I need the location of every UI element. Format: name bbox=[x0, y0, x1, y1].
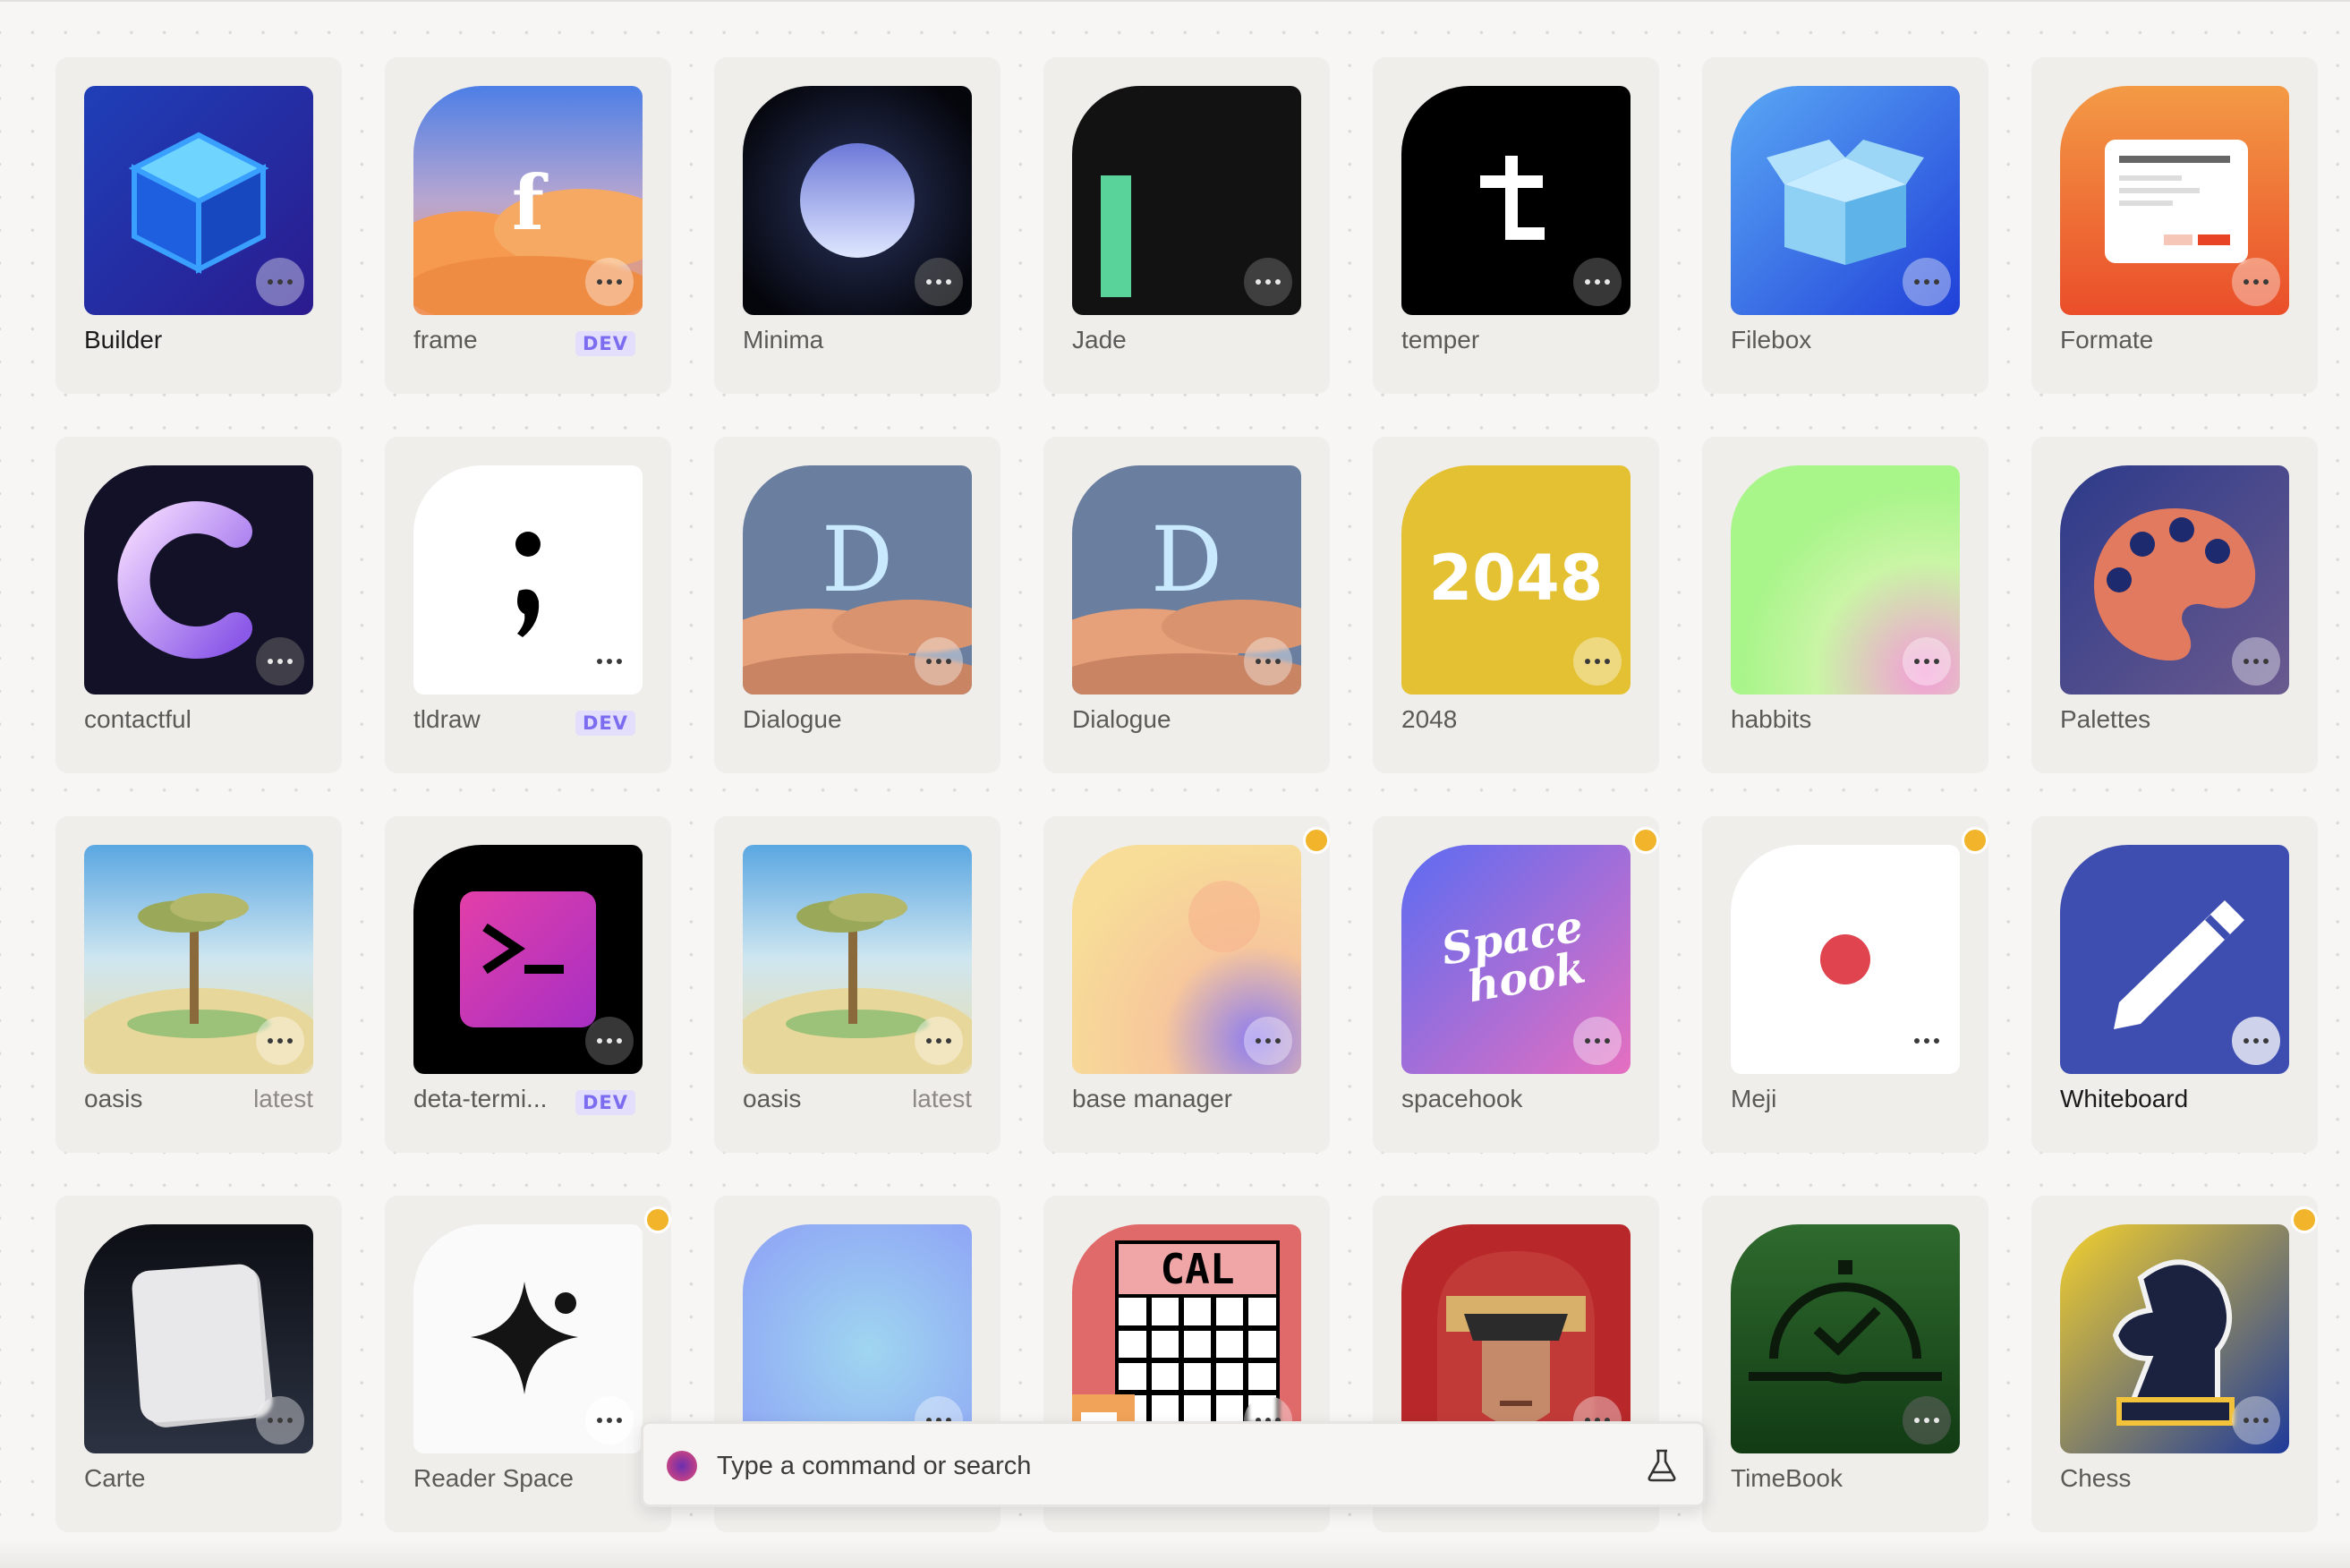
command-bar[interactable] bbox=[641, 1421, 1706, 1507]
more-options-button[interactable] bbox=[1573, 637, 1622, 686]
dev-badge: DEV bbox=[575, 711, 635, 736]
more-options-button[interactable] bbox=[915, 258, 963, 306]
more-options-button[interactable] bbox=[1244, 1017, 1292, 1065]
app-tile-builder[interactable]: Builder bbox=[55, 57, 342, 394]
svg-text:f: f bbox=[512, 158, 549, 247]
update-badge bbox=[1962, 827, 1988, 854]
more-options-button[interactable] bbox=[2232, 258, 2280, 306]
app-label: Chess bbox=[2060, 1464, 2132, 1492]
app-tile-dialogue-2[interactable]: D Dialogue bbox=[1043, 437, 1330, 773]
app-label: Meji bbox=[1731, 1085, 1777, 1112]
more-options-button[interactable] bbox=[256, 637, 304, 686]
app-label: oasis bbox=[743, 1085, 802, 1112]
dev-badge: DEV bbox=[575, 1090, 635, 1115]
app-tile-timebook[interactable]: TimeBook bbox=[1702, 1196, 1988, 1532]
app-label: Whiteboard bbox=[2060, 1085, 2189, 1112]
update-badge bbox=[1303, 827, 1330, 854]
app-label: contactful bbox=[84, 705, 192, 733]
app-label: 2048 bbox=[1401, 705, 1458, 733]
update-badge bbox=[1632, 827, 1659, 854]
more-options-button[interactable] bbox=[585, 1396, 634, 1444]
more-options-button[interactable] bbox=[585, 258, 634, 306]
app-label: frame bbox=[413, 326, 478, 354]
app-label: habbits bbox=[1731, 705, 1812, 733]
app-tile-oasis[interactable]: oasis latest bbox=[55, 816, 342, 1153]
more-options-button[interactable] bbox=[2232, 1396, 2280, 1444]
more-options-button[interactable] bbox=[2232, 1017, 2280, 1065]
app-tile-tldraw[interactable]: tldraw DEV bbox=[385, 437, 671, 773]
app-label: spacehook bbox=[1401, 1085, 1523, 1112]
app-tile-chess[interactable]: Chess bbox=[2031, 1196, 2318, 1532]
dev-badge: DEV bbox=[575, 331, 635, 356]
more-options-button[interactable] bbox=[1573, 258, 1622, 306]
app-tile-whiteboard[interactable]: Whiteboard bbox=[2031, 816, 2318, 1153]
command-search-input[interactable] bbox=[715, 1442, 1613, 1490]
more-options-button[interactable] bbox=[1903, 258, 1951, 306]
app-label: temper bbox=[1401, 326, 1480, 354]
app-tile-palettes[interactable]: Palettes bbox=[2031, 437, 2318, 773]
app-tile-deta-terminal[interactable]: deta-termi... DEV bbox=[385, 816, 671, 1153]
app-tile-oasis-2[interactable]: oasis latest bbox=[714, 816, 1000, 1153]
app-tile-formate[interactable]: Formate bbox=[2031, 57, 2318, 394]
app-label: Minima bbox=[743, 326, 824, 354]
app-tile-temper[interactable]: temper bbox=[1373, 57, 1659, 394]
more-options-button[interactable] bbox=[585, 1017, 634, 1065]
app-label: Palettes bbox=[2060, 705, 2151, 733]
app-tile-minima[interactable]: Minima bbox=[714, 57, 1000, 394]
app-label: Reader Space bbox=[413, 1464, 575, 1492]
app-label: Builder bbox=[84, 326, 163, 354]
more-options-button[interactable] bbox=[1244, 258, 1292, 306]
flask-icon[interactable] bbox=[1644, 1447, 1680, 1483]
svg-text:D: D bbox=[822, 507, 893, 612]
app-tile-filebox[interactable]: Filebox bbox=[1702, 57, 1988, 394]
more-options-button[interactable] bbox=[256, 1017, 304, 1065]
more-options-button[interactable] bbox=[1244, 637, 1292, 686]
more-options-button[interactable] bbox=[915, 637, 963, 686]
app-label: tldraw bbox=[413, 705, 481, 733]
version-tag: latest bbox=[253, 1085, 313, 1112]
app-label: base manager bbox=[1072, 1085, 1233, 1112]
app-tile-2048[interactable]: 2048 2048 bbox=[1373, 437, 1659, 773]
app-label: Carte bbox=[84, 1464, 146, 1492]
more-options-button[interactable] bbox=[256, 1396, 304, 1444]
app-tile-contactful[interactable]: contactful bbox=[55, 437, 342, 773]
app-tile-jade[interactable]: Jade bbox=[1043, 57, 1330, 394]
more-options-button[interactable] bbox=[256, 258, 304, 306]
app-tile-habbits[interactable]: habbits bbox=[1702, 437, 1988, 773]
more-options-button[interactable] bbox=[1903, 1396, 1951, 1444]
update-badge bbox=[644, 1206, 671, 1233]
version-tag: latest bbox=[912, 1085, 972, 1112]
icon-text: 2048 bbox=[1429, 541, 1604, 615]
more-options-button[interactable] bbox=[585, 637, 634, 686]
app-label: deta-termi... bbox=[413, 1085, 548, 1112]
app-tile-carte[interactable]: Carte bbox=[55, 1196, 342, 1532]
app-label: Formate bbox=[2060, 326, 2154, 354]
app-label: Filebox bbox=[1731, 326, 1812, 354]
app-label: Dialogue bbox=[1072, 705, 1171, 733]
icon-text: CAL bbox=[1160, 1245, 1234, 1293]
app-tile-frame[interactable]: f frame DEV bbox=[385, 57, 671, 394]
update-badge bbox=[2291, 1206, 2318, 1233]
more-options-button[interactable] bbox=[2232, 637, 2280, 686]
app-label: TimeBook bbox=[1731, 1464, 1843, 1492]
app-tile-reader-space[interactable]: Reader Space bbox=[385, 1196, 671, 1532]
top-divider bbox=[0, 0, 2350, 2]
svg-text:D: D bbox=[1151, 507, 1222, 612]
app-label: Dialogue bbox=[743, 705, 842, 733]
command-logo-icon bbox=[667, 1451, 697, 1481]
app-tile-spacehook[interactable]: Space hook spacehook bbox=[1373, 816, 1659, 1153]
app-label: Jade bbox=[1072, 326, 1127, 354]
app-tile-base-manager[interactable]: base manager bbox=[1043, 816, 1330, 1153]
bottom-edge bbox=[0, 1539, 2350, 1568]
more-options-button[interactable] bbox=[1903, 637, 1951, 686]
more-options-button[interactable] bbox=[915, 1017, 963, 1065]
app-label: oasis bbox=[84, 1085, 143, 1112]
more-options-button[interactable] bbox=[1903, 1017, 1951, 1065]
more-options-button[interactable] bbox=[1573, 1017, 1622, 1065]
app-tile-dialogue[interactable]: D Dialogue bbox=[714, 437, 1000, 773]
app-tile-meji[interactable]: Meji bbox=[1702, 816, 1988, 1153]
